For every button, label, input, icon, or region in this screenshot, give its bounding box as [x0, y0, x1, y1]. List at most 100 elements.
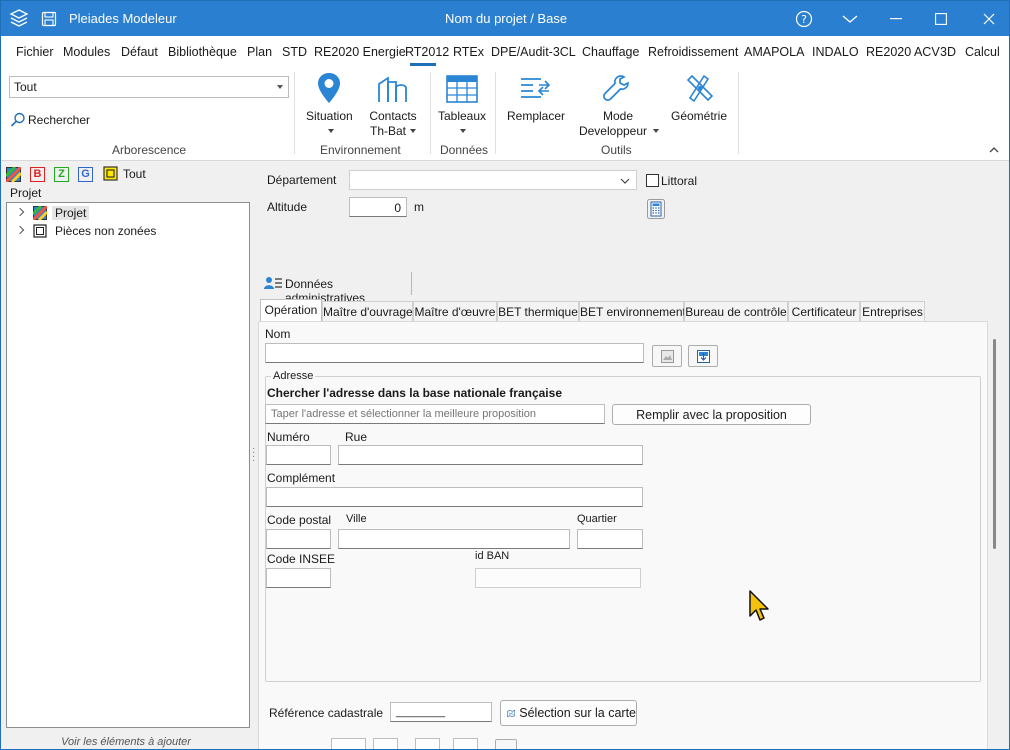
code-postal-input[interactable]: [266, 529, 331, 549]
filter-combobox[interactable]: Tout: [9, 76, 289, 98]
close-button[interactable]: [967, 1, 1009, 36]
id-ban-input: [475, 568, 641, 588]
chevron-up-icon[interactable]: [989, 146, 999, 153]
panel-scrollbar[interactable]: [993, 339, 996, 549]
contacts-button[interactable]: Contacts: [363, 109, 423, 124]
tree-item-label: Pièces non zonées: [55, 224, 157, 238]
search-icon[interactable]: [10, 112, 26, 128]
replace-icon[interactable]: [519, 75, 553, 103]
menu-rt2012[interactable]: RT2012: [405, 45, 449, 59]
address-search-input[interactable]: [265, 404, 605, 424]
maximize-icon: [935, 12, 947, 25]
mode-dev-button[interactable]: Mode: [589, 109, 647, 124]
map-pin-icon[interactable]: [315, 71, 343, 105]
tab-entreprises[interactable]: Entreprises: [860, 301, 925, 322]
tree-item-projet[interactable]: Projet: [7, 204, 247, 222]
rue-input[interactable]: [338, 445, 643, 465]
menu-calcul[interactable]: Calcul: [965, 45, 1000, 59]
nom-input[interactable]: [265, 343, 644, 363]
tab-maitre-oeuvre[interactable]: Maître d'œuvre: [413, 301, 497, 322]
admin-section-header[interactable]: Données administratives: [258, 272, 412, 305]
map-select-button[interactable]: Sélection sur la carte: [500, 700, 637, 726]
search-button[interactable]: Rechercher: [28, 113, 90, 127]
coordinate-tool-button[interactable]: [495, 739, 517, 749]
chevron-down-icon: [620, 178, 630, 184]
littoral-checkbox[interactable]: [646, 174, 659, 187]
fill-address-button[interactable]: Remplir avec la proposition: [612, 404, 811, 425]
latitude-seconds-input[interactable]: [415, 738, 440, 749]
menu-rtex[interactable]: RTEx: [453, 45, 484, 59]
help-button[interactable]: ?: [782, 1, 826, 36]
complement-input[interactable]: [266, 487, 643, 507]
latitude-degrees-input[interactable]: [331, 738, 366, 749]
add-elements-hint[interactable]: Voir les éléments à ajouter: [1, 736, 251, 748]
image-button[interactable]: [652, 345, 682, 367]
splitter-grip-icon[interactable]: · · · ·: [252, 444, 255, 466]
tab-maitre-ouvrage[interactable]: Maître d'ouvrage: [322, 301, 413, 322]
latitude-fraction-input[interactable]: [453, 738, 478, 749]
app-window: Pleiades Modeleur Nom du projet / Base ?…: [0, 0, 1010, 750]
tab-bureau-controle[interactable]: Bureau de contrôle: [684, 301, 788, 322]
menu-3d[interactable]: 3D: [940, 45, 956, 59]
filter-z-toggle[interactable]: Z: [54, 167, 69, 182]
map-icon: [507, 709, 516, 717]
mouse-cursor-icon: [749, 590, 769, 621]
chevron-right-icon[interactable]: [15, 207, 25, 217]
tree-item-label: Projet: [52, 206, 90, 220]
code-postal-label: Code postal: [267, 513, 332, 527]
save-icon[interactable]: [41, 11, 57, 27]
menu-indalo[interactable]: INDALO: [812, 45, 859, 59]
contacts-button-sub: Th-Bat: [369, 124, 406, 138]
menu-modules[interactable]: Modules: [63, 45, 110, 59]
tab-operation[interactable]: Opération: [260, 299, 322, 322]
quartier-input[interactable]: [577, 529, 643, 549]
departement-select[interactable]: [349, 170, 637, 190]
menu-std[interactable]: STD: [282, 45, 307, 59]
wrench-icon[interactable]: [601, 72, 633, 104]
menu-dpe-audit[interactable]: DPE/Audit-3CL: [491, 45, 576, 59]
calculator-icon[interactable]: [647, 199, 665, 219]
altitude-input[interactable]: 0: [349, 197, 407, 217]
quartier-label: Quartier: [577, 513, 617, 525]
collapse-ribbon-button[interactable]: [828, 1, 872, 36]
mode-dev-button-sub: Developpeur: [578, 124, 648, 138]
table-icon[interactable]: [445, 74, 479, 104]
remplacer-button[interactable]: Remplacer: [506, 109, 566, 124]
latitude-minutes-input[interactable]: [373, 738, 398, 749]
tree-item-pieces-non-zonees[interactable]: Pièces non zonées: [7, 222, 247, 240]
ville-input[interactable]: [338, 529, 570, 549]
geometry-tools-icon[interactable]: [684, 72, 716, 104]
menu-amapola[interactable]: AMAPOLA: [744, 45, 804, 59]
menu-fichier[interactable]: Fichier: [16, 45, 54, 59]
layers-icon[interactable]: [9, 8, 29, 28]
tab-bet-thermique[interactable]: BET thermique: [497, 301, 579, 322]
menu-re2020-energie[interactable]: RE2020 Energie: [314, 45, 406, 59]
numero-input[interactable]: [266, 445, 331, 465]
menu-defaut[interactable]: Défaut: [121, 45, 158, 59]
menu-re2020-acv[interactable]: RE2020 ACV: [866, 45, 940, 59]
tableaux-button[interactable]: Tableaux: [437, 109, 487, 124]
chevron-right-icon[interactable]: [15, 225, 25, 235]
tab-bet-environnement[interactable]: BET environnement: [579, 301, 686, 322]
filter-b-toggle[interactable]: B: [30, 167, 45, 182]
group-label-donnees: Données: [440, 143, 489, 157]
all-layers-icon[interactable]: [6, 167, 21, 182]
menu-bibliotheque[interactable]: Bibliothèque: [168, 45, 237, 59]
buildings-icon[interactable]: [376, 74, 410, 104]
tab-certificateur[interactable]: Certificateur: [788, 301, 860, 322]
geometrie-button[interactable]: Géométrie: [668, 109, 730, 124]
tree-header: Projet: [10, 186, 42, 200]
filter-all-label[interactable]: Tout: [123, 167, 146, 181]
filter-g-toggle[interactable]: G: [78, 167, 93, 182]
numero-label: Numéro: [267, 430, 310, 444]
cadastre-input[interactable]: ________: [390, 702, 492, 722]
code-insee-input[interactable]: [266, 568, 331, 588]
menu-refroidissement[interactable]: Refroidissement: [648, 45, 738, 59]
situation-button[interactable]: Situation: [306, 109, 353, 124]
menu-chauffage[interactable]: Chauffage: [582, 45, 639, 59]
minimize-button[interactable]: [874, 1, 918, 36]
import-button[interactable]: [688, 345, 718, 367]
menu-plan[interactable]: Plan: [247, 45, 272, 59]
maximize-button[interactable]: [919, 1, 963, 36]
select-all-icon[interactable]: [103, 166, 118, 181]
